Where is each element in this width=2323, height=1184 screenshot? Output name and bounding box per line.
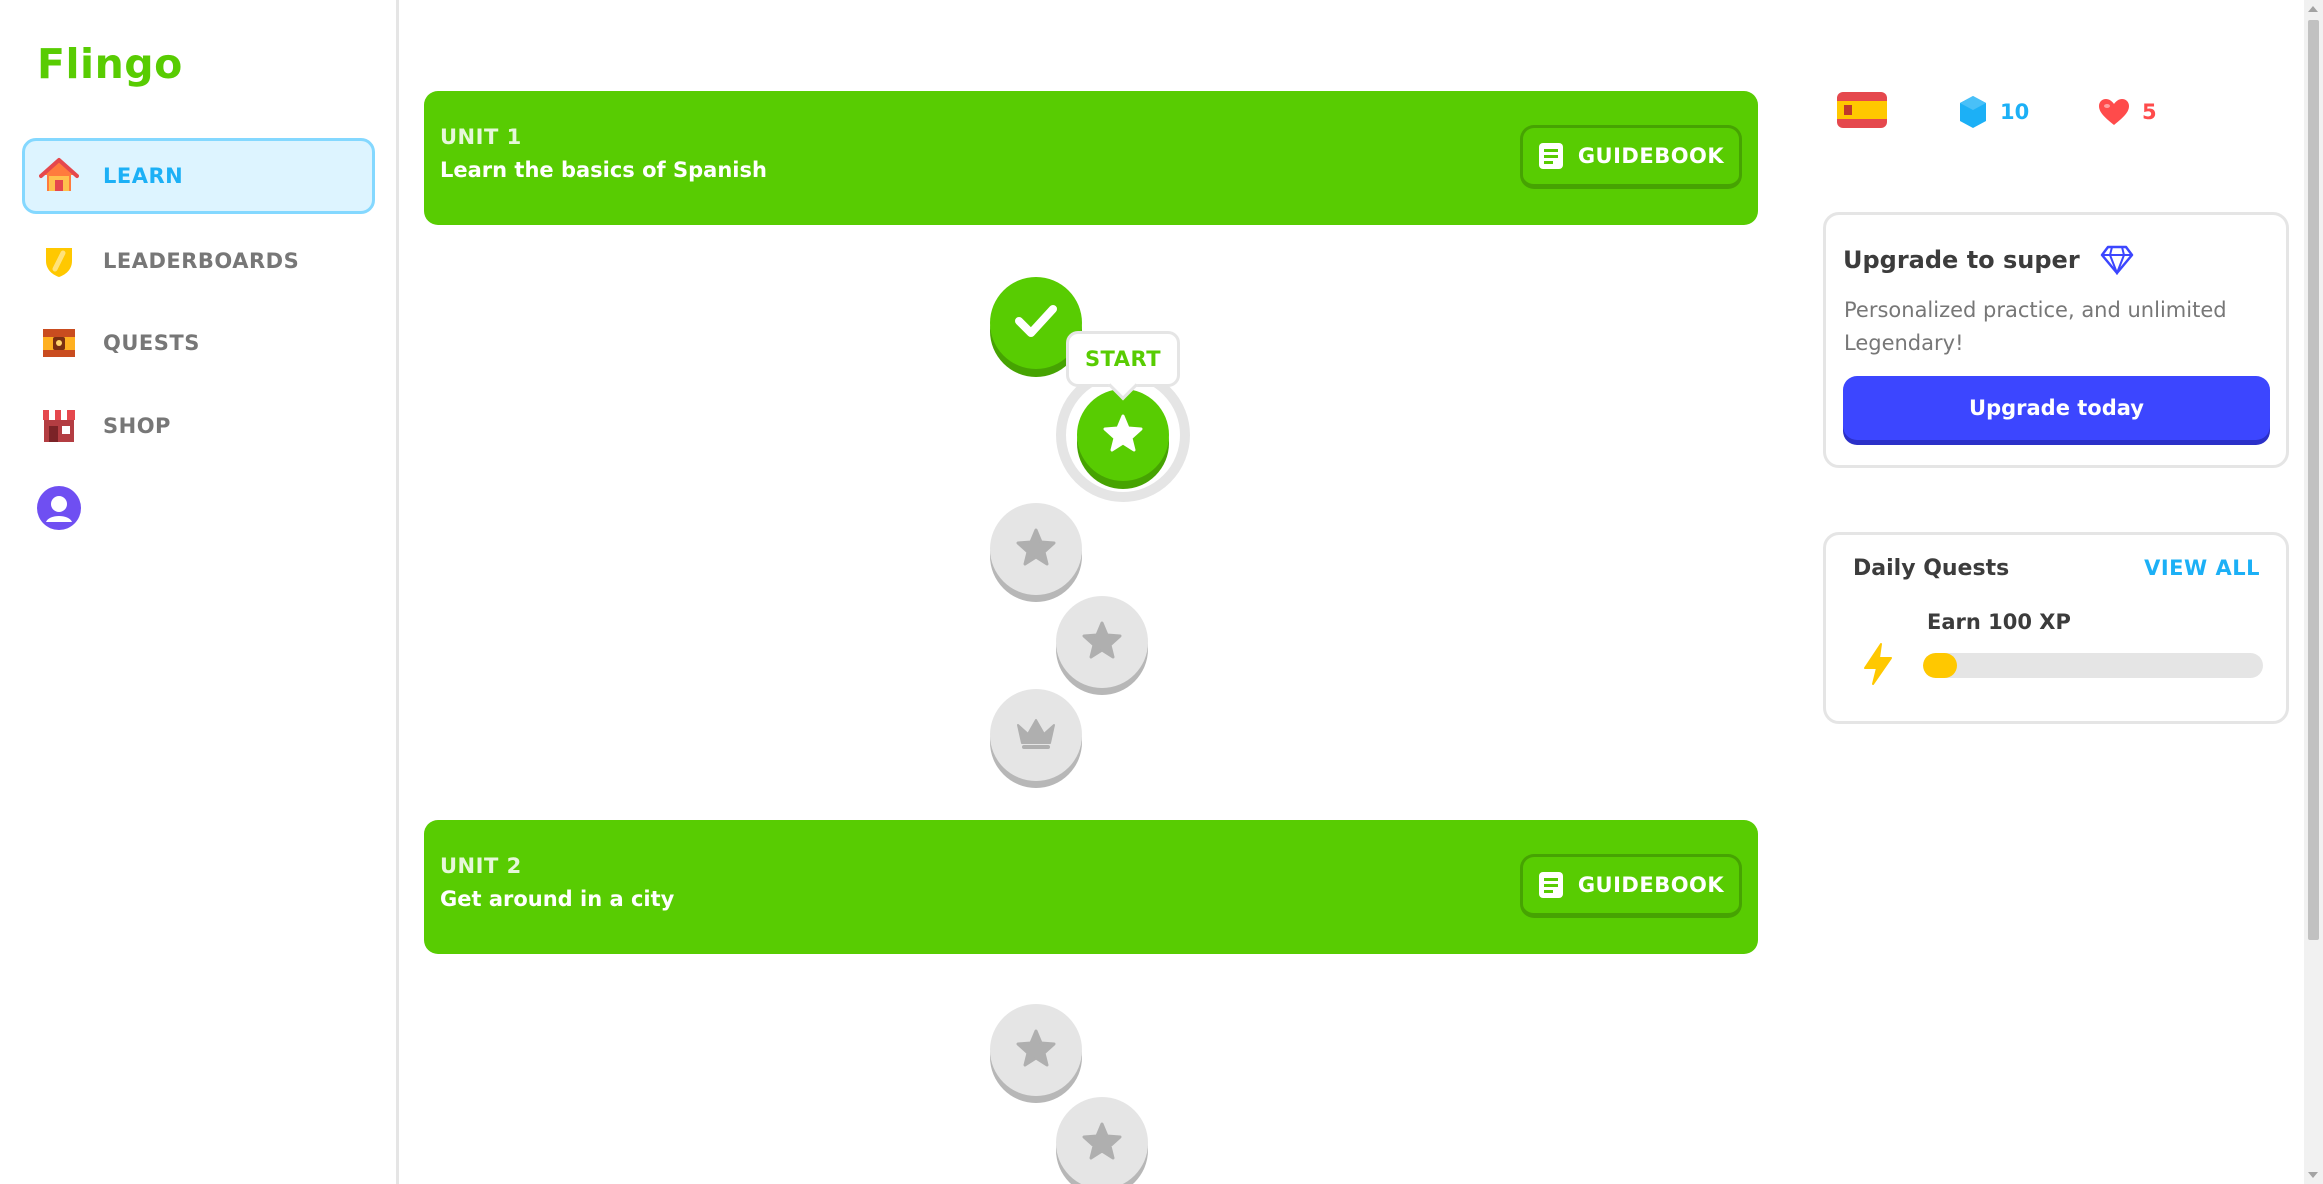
gems-count: 10 [2000,100,2030,124]
gems-counter[interactable]: 10 [1958,84,2029,140]
super-upgrade-card: Upgrade to super Personalized practice, … [1823,212,2289,468]
star-icon [1082,1122,1122,1164]
daily-quests-card: Daily Quests VIEW ALL Earn 100 XP [1823,532,2289,724]
unit-title: UNIT 2 [440,854,522,878]
chest-icon [35,319,83,367]
sidebar-item-learn[interactable]: LEARN [22,138,375,214]
unit-1-banner: UNIT 1 Learn the basics of Spanish GUIDE… [424,91,1758,225]
lesson-locked[interactable] [990,503,1082,595]
lesson-locked[interactable] [1056,1097,1148,1184]
spain-flag-icon [1836,91,1888,134]
unit-2-banner: UNIT 2 Get around in a city GUIDEBOOK [424,820,1758,954]
scroll-thumb[interactable] [2308,20,2319,940]
book-icon [1538,871,1564,899]
sidebar-item-label: LEADERBOARDS [103,249,300,273]
sidebar-item-shop[interactable]: SHOP [22,388,375,464]
daily-quests-title: Daily Quests [1853,556,2010,581]
home-icon [35,152,83,200]
sidebar-item-leaderboards[interactable]: LEADERBOARDS [22,223,375,299]
shop-icon [35,402,83,450]
super-card-description: Personalized practice, and unlimited Leg… [1844,298,2227,355]
scroll-up-icon[interactable] [2308,6,2318,12]
unit-subtitle: Learn the basics of Spanish [440,158,767,182]
sidebar: Flingo LEARN LEADERBOARDS QUESTS SHOP [0,0,399,1184]
guidebook-button[interactable]: GUIDEBOOK [1520,125,1742,189]
sidebar-item-label: SHOP [103,414,171,438]
quest-label: Earn 100 XP [1927,610,2071,634]
sidebar-item-profile[interactable] [22,470,375,546]
sidebar-item-label: QUESTS [103,331,200,355]
language-selector[interactable] [1836,84,1888,140]
view-all-link[interactable]: VIEW ALL [2144,556,2260,580]
unit-title: UNIT 1 [440,125,522,149]
diamond-icon [2100,245,2134,275]
scrollbar[interactable] [2304,0,2323,1184]
star-icon [1103,414,1143,456]
guidebook-label: GUIDEBOOK [1577,873,1725,897]
quest-progress-fill [1923,653,1957,678]
lesson-current[interactable] [1077,389,1169,481]
shield-icon [35,237,83,285]
super-card-title: Upgrade to super [1843,246,2080,274]
profile-icon [35,484,83,532]
scroll-down-icon[interactable] [2308,1172,2318,1178]
sidebar-item-quests[interactable]: QUESTS [22,305,375,381]
guidebook-button[interactable]: GUIDEBOOK [1520,854,1742,918]
guidebook-label: GUIDEBOOK [1577,144,1725,168]
gem-icon [1958,94,1988,130]
quest-progress-bar [1923,653,2263,678]
unit-subtitle: Get around in a city [440,887,675,911]
hearts-counter[interactable]: 5 [2098,84,2157,140]
lesson-locked[interactable] [990,1004,1082,1096]
star-icon [1016,1029,1056,1071]
start-tooltip[interactable]: START [1066,331,1180,387]
sidebar-item-label: LEARN [103,164,184,188]
upgrade-button[interactable]: Upgrade today [1843,376,2270,440]
lightning-icon [1861,642,1895,686]
hearts-count: 5 [2142,100,2157,124]
stats-bar: 10 5 [1836,84,2296,140]
book-icon [1538,142,1564,170]
app-logo[interactable]: Flingo [37,40,183,88]
lesson-locked-crown[interactable] [990,689,1082,781]
star-icon [1016,528,1056,570]
star-icon [1082,621,1122,663]
lesson-locked[interactable] [1056,596,1148,688]
crown-icon [1014,715,1058,755]
checkmark-icon [1014,303,1058,343]
heart-icon [2098,98,2130,126]
